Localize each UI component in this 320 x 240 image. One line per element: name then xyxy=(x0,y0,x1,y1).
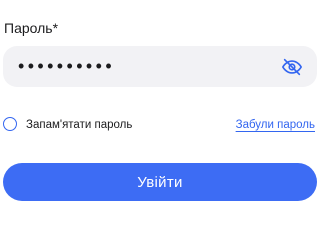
password-label: Пароль* xyxy=(4,20,59,36)
forgot-password-link[interactable]: Забули пароль xyxy=(236,117,315,133)
login-form: Пароль* •••••••••• Запам'ятати пароль За… xyxy=(0,0,320,240)
remember-label: Запам'ятати пароль xyxy=(26,119,133,131)
login-button[interactable]: Увійти xyxy=(3,163,317,201)
password-masked-value: •••••••••• xyxy=(18,56,116,76)
remember-checkbox[interactable] xyxy=(3,117,17,131)
remember-row: Запам'ятати пароль Забули пароль xyxy=(3,116,315,134)
eye-off-icon[interactable] xyxy=(281,56,303,78)
password-field[interactable]: •••••••••• xyxy=(3,46,317,87)
